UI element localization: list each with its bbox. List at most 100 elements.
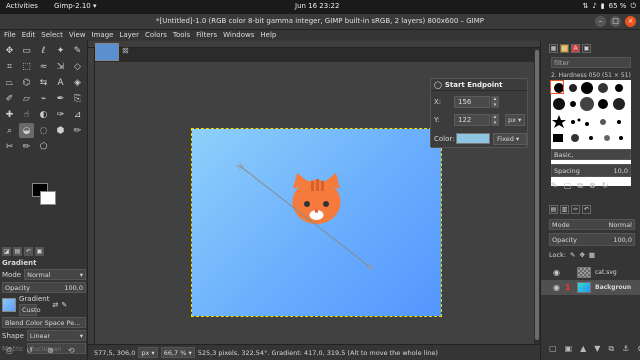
image-canvas[interactable] — [191, 128, 442, 317]
fuzzy-select-icon[interactable]: ✦ — [53, 43, 68, 58]
layers-tab-icon[interactable]: ▤ — [549, 205, 558, 214]
menu-tools[interactable]: Tools — [173, 30, 190, 41]
scale-icon[interactable]: ⇲ — [53, 59, 68, 74]
text-tool-icon[interactable]: A — [53, 75, 68, 90]
brush-filter-input[interactable]: filter — [551, 57, 631, 68]
channels-tab-icon[interactable]: ▥ — [560, 205, 569, 214]
minimize-button[interactable]: – — [595, 16, 606, 27]
reverse-gradient-icon[interactable]: ⇄ — [52, 301, 58, 309]
document-history-tab-icon[interactable]: ▣ — [582, 44, 591, 53]
free-select-icon[interactable]: ⬠ — [36, 139, 51, 154]
mode-select[interactable]: Normal ▾ — [24, 269, 86, 280]
menu-windows[interactable]: Windows — [223, 30, 254, 41]
layer-row[interactable]: ◉ 1 Backgroun — [541, 280, 640, 295]
patterns-tab-icon[interactable]: ▩ — [560, 44, 569, 53]
x-input[interactable]: 156 — [454, 95, 490, 108]
fg-bg-colors[interactable] — [30, 183, 60, 207]
maximize-button[interactable]: □ — [610, 16, 621, 27]
new-brush-icon[interactable]: ▢ — [564, 181, 572, 191]
x-stepper[interactable]: ▴ ▾ — [491, 95, 499, 108]
airbrush-icon[interactable]: ⌁ — [36, 91, 51, 106]
lock-alpha-icon[interactable]: ▩ — [589, 251, 595, 259]
system-tray[interactable]: ⇅ ♪ ▮ 65 % ⏻ — [582, 2, 636, 11]
eraser-icon[interactable]: ▱ — [19, 91, 34, 106]
paths-tab-icon[interactable]: ✑ — [571, 205, 580, 214]
unit-select[interactable]: px ▾ — [505, 113, 525, 126]
close-image-tab-icon[interactable]: ⊠ — [122, 46, 129, 55]
paintbrush-icon[interactable]: ✐ — [2, 91, 17, 106]
menu-colors[interactable]: Colors — [145, 30, 167, 41]
raise-layer-icon[interactable]: ▲ — [580, 344, 586, 354]
blend-space-select[interactable]: Blend Color Space Pe... — [2, 317, 86, 328]
y-input[interactable]: 122 — [454, 113, 490, 126]
cage-transform-icon[interactable]: ⌬ — [19, 75, 34, 90]
new-layer-group-icon[interactable]: ▣ — [565, 344, 573, 354]
save-options-icon[interactable]: ⎙ — [6, 346, 12, 356]
clock[interactable]: Jun 16 23:22 — [295, 2, 339, 10]
dodge-burn-icon[interactable]: ◐ — [36, 107, 51, 122]
brush-tag-field[interactable]: Basic, — [551, 149, 631, 160]
color-mode-select[interactable]: Fixed ▾ — [493, 132, 527, 145]
gradient-select[interactable]: Custo — [19, 303, 41, 316]
bucket-fill-icon[interactable]: ◈ — [70, 75, 85, 90]
handle-transform-icon[interactable]: ◇ — [70, 59, 85, 74]
ink-icon[interactable]: ✒ — [53, 91, 68, 106]
lock-pixels-icon[interactable]: ✎ — [570, 251, 575, 259]
crop-icon[interactable]: ⌗ — [2, 59, 17, 74]
duplicate-brush-icon[interactable]: ⧉ — [577, 181, 583, 191]
edit-gradient-icon[interactable]: ✎ — [61, 301, 67, 309]
menu-edit[interactable]: Edit — [22, 30, 36, 41]
menu-filters[interactable]: Filters — [196, 30, 217, 41]
tool-options-tab-icon[interactable]: ◪ — [2, 247, 11, 256]
flip-icon[interactable]: ⇆ — [36, 75, 51, 90]
image-tab-thumbnail[interactable] — [95, 43, 119, 61]
rect-select-icon[interactable]: ▭ — [19, 43, 34, 58]
y-stepper[interactable]: ▴ ▾ — [491, 113, 499, 126]
shape-select[interactable]: Linear ▾ — [26, 330, 86, 341]
foreground-select-icon[interactable]: ⬢ — [53, 123, 68, 138]
layer-name[interactable]: cat.svg — [595, 269, 617, 276]
close-button[interactable]: × — [625, 16, 636, 27]
lower-layer-icon[interactable]: ▼ — [594, 344, 600, 354]
color-picker-icon[interactable]: ✎ — [70, 43, 85, 58]
menu-image[interactable]: Image — [92, 30, 114, 41]
vertical-ruler[interactable] — [88, 48, 95, 344]
visibility-eye-icon[interactable]: ◉ — [553, 268, 561, 277]
undo-tab-icon[interactable]: ↶ — [582, 205, 591, 214]
refresh-brushes-icon[interactable]: ↻ — [602, 181, 609, 191]
background-color[interactable] — [40, 191, 56, 205]
duplicate-layer-icon[interactable]: ⧉ — [608, 344, 614, 354]
reset-options-icon[interactable]: ⟲ — [68, 346, 75, 356]
lasso-icon[interactable]: ℓ — [36, 43, 51, 58]
new-layer-icon[interactable]: ▢ — [549, 344, 557, 354]
anchor-layer-icon[interactable]: ⚓ — [622, 344, 629, 354]
mypaint-brush-icon[interactable]: ✏ — [70, 123, 85, 138]
menu-select[interactable]: Select — [41, 30, 63, 41]
horizontal-ruler[interactable] — [88, 41, 540, 48]
menu-layer[interactable]: Layer — [119, 30, 139, 41]
perspective-icon[interactable]: ⏢ — [2, 75, 17, 90]
spacing-slider[interactable]: Spacing 10,0 — [551, 164, 631, 177]
zoom-select[interactable]: 66,7 % ▾ — [160, 347, 195, 358]
unit-select[interactable]: px ▾ — [138, 347, 158, 358]
gradient-preview[interactable] — [2, 298, 16, 312]
gradient-tool-icon[interactable]: ◒ — [19, 123, 34, 138]
layer-row[interactable]: ◉ cat.svg — [541, 265, 640, 280]
undo-history-tab-icon[interactable]: ↶ — [24, 247, 33, 256]
restore-options-icon[interactable]: ↺ — [26, 346, 33, 356]
images-tab-icon[interactable]: ▣ — [35, 247, 44, 256]
layer-opacity-slider[interactable]: Opacity 100,0 — [549, 233, 635, 246]
window-titlebar[interactable]: *[Untitled]-1.0 (RGB color 8-bit gamma i… — [0, 14, 640, 30]
brushes-tab-icon[interactable]: ▦ — [549, 44, 558, 53]
blur-icon[interactable]: ◌ — [36, 123, 51, 138]
heal-icon[interactable]: ✚ — [2, 107, 17, 122]
app-menu[interactable]: Gimp-2.10 ▾ — [54, 2, 96, 10]
activities-button[interactable]: Activities — [6, 2, 38, 10]
unified-transform-icon[interactable]: ⬚ — [19, 59, 34, 74]
zoom-icon[interactable]: ⌕ — [2, 123, 17, 138]
warp-transform-icon[interactable]: ≈ — [36, 59, 51, 74]
paths-icon[interactable]: ✑ — [53, 107, 68, 122]
move-tool-icon[interactable]: ✥ — [2, 43, 17, 58]
device-status-tab-icon[interactable]: ▤ — [13, 247, 22, 256]
clone-icon[interactable]: ⎘ — [70, 91, 85, 106]
